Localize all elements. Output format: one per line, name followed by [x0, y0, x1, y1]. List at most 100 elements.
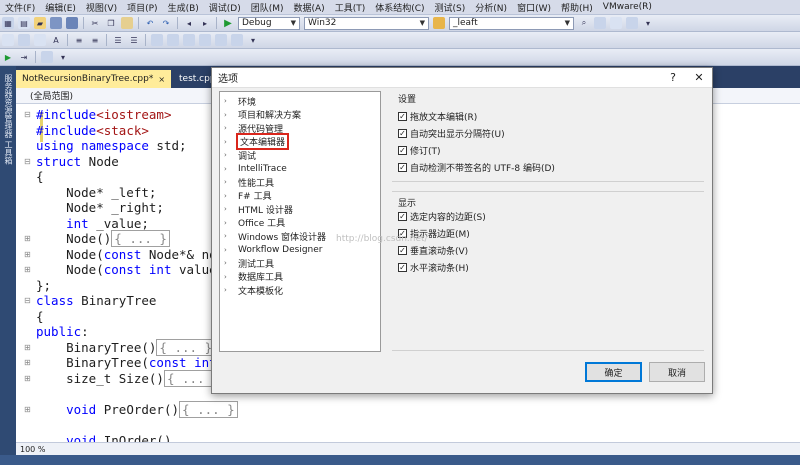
left-dock-rail[interactable]: 服务器资源管理器 工具箱 — [0, 66, 16, 465]
checkbox-check-icon[interactable]: ✓ — [398, 146, 407, 155]
tab-notrecursionbinarytree[interactable]: NotRecursionBinaryTree.cpp* × — [16, 70, 172, 88]
find-combo[interactable]: _leaft ▼ — [449, 16, 574, 30]
quick-info-icon[interactable] — [18, 34, 30, 46]
chevron-right-icon[interactable]: › — [224, 124, 232, 132]
code-line[interactable]: Node* _left; — [36, 185, 156, 200]
chevron-right-icon[interactable]: › — [224, 246, 232, 254]
checkbox-check-icon[interactable]: ✓ — [398, 246, 407, 255]
cut-icon[interactable]: ✂ — [89, 17, 101, 29]
option-checkbox[interactable]: ✓ 选定内容的边距(S) — [398, 210, 486, 223]
menu-item[interactable]: 编辑(E) — [40, 1, 81, 14]
menu-item[interactable]: 数据(A) — [289, 1, 330, 14]
chevron-right-icon[interactable]: › — [224, 97, 232, 105]
checkbox-check-icon[interactable]: ✓ — [398, 212, 407, 221]
solution-config-select[interactable]: Debug ▼ — [238, 16, 300, 30]
chevron-right-icon[interactable]: › — [224, 232, 232, 240]
toolbar-options-icon[interactable]: ▾ — [57, 51, 69, 63]
chevron-right-icon[interactable]: › — [224, 111, 232, 119]
chevron-right-icon[interactable]: › — [224, 151, 232, 159]
option-checkbox[interactable]: ✓ 自动突出显示分隔符(U) — [398, 127, 505, 140]
tree-item[interactable]: › 文本编辑器 — [220, 133, 380, 150]
tree-item[interactable]: › Office 工具 — [220, 217, 380, 230]
code-line[interactable]: { — [36, 309, 44, 324]
menu-item[interactable]: 生成(B) — [163, 1, 204, 14]
scope-dropdown[interactable]: (全局范围) — [30, 89, 73, 102]
next-bookmark-icon[interactable] — [183, 34, 195, 46]
properties-icon[interactable] — [610, 17, 622, 29]
comment-icon[interactable]: ☰ — [112, 34, 124, 46]
chevron-right-icon[interactable]: › — [224, 259, 232, 267]
toolbar-options-icon[interactable]: ▾ — [247, 34, 259, 46]
copy-icon[interactable]: ❐ — [105, 17, 117, 29]
code-line[interactable]: BinaryTree(){ ... } — [36, 338, 216, 356]
menu-item[interactable]: 调试(D) — [204, 1, 246, 14]
collapse-icon[interactable]: ⊟ — [24, 154, 31, 169]
bookmark-icon[interactable] — [151, 34, 163, 46]
expand-icon[interactable]: ⊞ — [24, 355, 31, 370]
prev-bookmark-folder-icon[interactable] — [199, 34, 211, 46]
uncomment-icon[interactable]: ☰ — [128, 34, 140, 46]
next-bookmark-folder-icon[interactable] — [215, 34, 227, 46]
paste-icon[interactable] — [121, 17, 133, 29]
close-button[interactable]: ✕ — [686, 71, 712, 84]
collapsed-region[interactable]: { ... } — [179, 400, 238, 418]
checkbox-check-icon[interactable]: ✓ — [398, 263, 407, 272]
clear-bookmarks-icon[interactable] — [231, 34, 243, 46]
save-icon[interactable] — [50, 17, 62, 29]
code-line[interactable]: size_t Size(){ ... } — [36, 369, 223, 387]
continue-icon[interactable]: ▶ — [2, 51, 14, 63]
attach-icon[interactable] — [2, 34, 14, 46]
expand-icon[interactable]: ⊞ — [24, 371, 31, 386]
decrease-indent-icon[interactable]: ≡ — [73, 34, 85, 46]
save-all-icon[interactable] — [66, 17, 78, 29]
ok-button[interactable]: 确定 — [585, 362, 642, 382]
tree-item[interactable]: › F# 工具 — [220, 190, 380, 203]
collapse-icon[interactable]: ⊟ — [24, 293, 31, 308]
chevron-right-icon[interactable]: › — [224, 273, 232, 281]
close-icon[interactable]: × — [158, 75, 165, 84]
tree-item[interactable]: › 测试工具 — [220, 257, 380, 270]
tree-item[interactable]: › 数据库工具 — [220, 271, 380, 284]
code-line[interactable]: Node* _right; — [36, 200, 164, 215]
menu-item[interactable]: 体系结构(C) — [370, 1, 429, 14]
option-checkbox[interactable]: ✓ 水平滚动条(H) — [398, 261, 469, 274]
code-line[interactable]: Node(const Node*& nod — [36, 247, 224, 262]
toolbar-options-icon[interactable]: ▾ — [642, 17, 654, 29]
code-line[interactable]: #include<iostream> — [36, 107, 171, 122]
expand-icon[interactable]: ⊞ — [24, 247, 31, 262]
code-line[interactable]: Node(){ ... } — [36, 230, 170, 247]
cancel-button[interactable]: 取消 — [649, 362, 705, 382]
option-checkbox[interactable]: ✓ 修订(T) — [398, 144, 441, 157]
tree-item[interactable]: › 项目和解决方案 — [220, 109, 380, 122]
menu-item[interactable]: 工具(T) — [330, 1, 371, 14]
redo-icon[interactable]: ↷ — [160, 17, 172, 29]
code-line[interactable]: void InOrder() — [36, 433, 171, 443]
solution-explorer-icon[interactable] — [594, 17, 606, 29]
navigate-back-icon[interactable]: ◂ — [183, 17, 195, 29]
code-line[interactable]: BinaryTree(const int* — [36, 355, 224, 370]
expand-icon[interactable]: ⊞ — [24, 231, 31, 246]
menu-item[interactable]: 窗口(W) — [512, 1, 556, 14]
tree-item[interactable]: › IntelliTrace — [220, 163, 380, 175]
complete-word-icon[interactable]: A — [50, 34, 62, 46]
param-info-icon[interactable] — [34, 34, 46, 46]
navigate-forward-icon[interactable]: ▸ — [199, 17, 211, 29]
collapsed-region[interactable]: { ... } — [156, 338, 216, 356]
code-line[interactable]: int _value; — [36, 216, 149, 231]
menu-item[interactable]: 项目(P) — [122, 1, 162, 14]
open-file-icon[interactable]: ▰ — [34, 17, 46, 29]
chevron-right-icon[interactable]: › — [224, 178, 232, 186]
checkbox-check-icon[interactable]: ✓ — [398, 129, 407, 138]
menu-item[interactable]: 文件(F) — [0, 1, 40, 14]
find-icon[interactable]: ⌕ — [578, 17, 590, 29]
code-line[interactable]: public: — [36, 324, 89, 339]
code-line[interactable]: class BinaryTree — [36, 293, 156, 308]
menu-item[interactable]: 帮助(H) — [556, 1, 598, 14]
tree-item[interactable]: › 环境 — [220, 95, 380, 108]
chevron-right-icon[interactable]: › — [224, 192, 232, 200]
expand-icon[interactable]: ⊞ — [24, 262, 31, 277]
code-line[interactable]: struct Node — [36, 154, 119, 169]
breakpoints-icon[interactable] — [41, 51, 53, 63]
new-project-icon[interactable]: ▦ — [2, 17, 14, 29]
menu-item[interactable]: 测试(S) — [430, 1, 471, 14]
